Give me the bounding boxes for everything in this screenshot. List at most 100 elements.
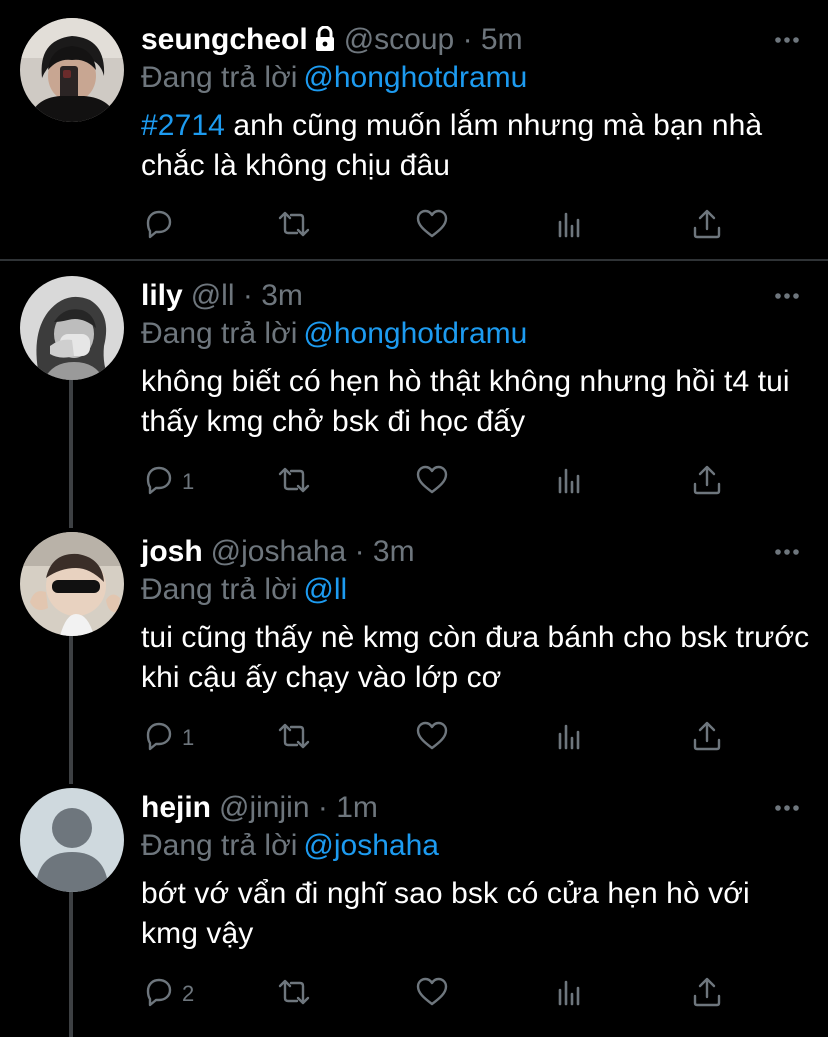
tweet-header: josh @joshaha · 3m xyxy=(141,532,415,572)
tweet-actions xyxy=(140,206,740,246)
user-handle[interactable]: @scoup xyxy=(344,23,455,56)
tweet-header: lily @ll · 3m xyxy=(141,276,303,316)
share-button[interactable] xyxy=(690,462,724,502)
analytics-button[interactable] xyxy=(554,462,586,502)
avatar-hejin[interactable] xyxy=(20,788,124,892)
reply-count: 1 xyxy=(182,725,195,750)
analytics-icon xyxy=(554,974,586,1015)
mention-link[interactable]: @ll xyxy=(303,573,347,606)
analytics-icon xyxy=(554,462,586,503)
mention-link[interactable]: @joshaha xyxy=(303,829,439,862)
replying-label: Đang trả lời xyxy=(141,317,298,350)
tweet-seungcheol[interactable]: seungcheol @scoup · 5m Đang trả lời @hongh… xyxy=(0,0,828,262)
retweet-icon xyxy=(274,462,314,503)
separator-dot: · xyxy=(242,279,253,312)
retweet-button[interactable] xyxy=(274,974,314,1014)
heart-icon xyxy=(414,206,450,247)
more-icon[interactable] xyxy=(774,798,800,818)
reply-button[interactable]: 1 xyxy=(140,718,194,758)
separator-dot: · xyxy=(317,791,328,824)
replying-label: Đang trả lời xyxy=(141,61,298,94)
analytics-button[interactable] xyxy=(554,974,586,1014)
tweet-time[interactable]: 3m xyxy=(373,535,415,568)
analytics-button[interactable] xyxy=(554,718,586,758)
more-icon[interactable] xyxy=(774,286,800,306)
display-name[interactable]: josh xyxy=(141,535,203,568)
mention-link[interactable]: @honghotdramu xyxy=(303,61,527,94)
tweet-actions: 1 xyxy=(140,718,740,758)
reply-icon xyxy=(140,718,176,759)
like-button[interactable] xyxy=(414,206,450,246)
replying-label: Đang trả lời xyxy=(141,829,298,862)
retweet-button[interactable] xyxy=(274,718,314,758)
more-icon[interactable] xyxy=(774,30,800,50)
tweet-header: hejin @jinjin · 1m xyxy=(141,788,378,828)
tweet-time[interactable]: 1m xyxy=(336,791,378,824)
share-icon xyxy=(690,718,724,759)
reply-button[interactable] xyxy=(140,206,182,246)
user-handle[interactable]: @ll xyxy=(191,279,235,312)
replying-to: Đang trả lời @honghotdramu xyxy=(141,314,527,354)
reply-icon xyxy=(140,462,176,503)
share-button[interactable] xyxy=(690,974,724,1014)
display-name[interactable]: hejin xyxy=(141,791,211,824)
tweet-lily[interactable]: lily @ll · 3m Đang trả lời @honghotdramu k… xyxy=(0,256,828,528)
user-handle[interactable]: @jinjin xyxy=(219,791,309,824)
separator-dot: · xyxy=(354,535,365,568)
like-button[interactable] xyxy=(414,462,450,502)
replying-to: Đang trả lời @ll xyxy=(141,570,347,610)
mention-link[interactable]: @honghotdramu xyxy=(303,317,527,350)
thread-line xyxy=(69,356,73,528)
lock-icon xyxy=(314,23,336,63)
heart-icon xyxy=(414,462,450,503)
reply-icon xyxy=(140,974,176,1015)
tweet-hejin[interactable]: hejin @jinjin · 1m Đang trả lời @joshaha b… xyxy=(0,768,828,1037)
retweet-icon xyxy=(274,206,314,247)
replying-to: Đang trả lời @joshaha xyxy=(141,826,439,866)
reply-count: 2 xyxy=(182,981,195,1006)
heart-icon xyxy=(414,718,450,759)
tweet-actions: 1 xyxy=(140,462,740,502)
retweet-button[interactable] xyxy=(274,462,314,502)
user-handle[interactable]: @joshaha xyxy=(211,535,347,568)
reply-button[interactable]: 2 xyxy=(140,974,194,1014)
tweet-time[interactable]: 3m xyxy=(261,279,303,312)
tweet-actions: 2 xyxy=(140,974,740,1014)
replying-label: Đang trả lời xyxy=(141,573,298,606)
retweet-button[interactable] xyxy=(274,206,314,246)
tweet-text: không biết có hẹn hò thật không nhưng hồ… xyxy=(141,365,790,438)
display-name[interactable]: lily xyxy=(141,279,183,312)
like-button[interactable] xyxy=(414,718,450,758)
avatar-seungcheol[interactable] xyxy=(20,18,124,122)
replying-to: Đang trả lời @honghotdramu xyxy=(141,58,527,98)
analytics-button[interactable] xyxy=(554,206,586,246)
more-icon[interactable] xyxy=(774,542,800,562)
tweet-time[interactable]: 5m xyxy=(481,23,523,56)
hashtag-link[interactable]: #2714 xyxy=(141,109,225,142)
tweet-josh[interactable]: josh @joshaha · 3m Đang trả lời @ll tui cũ… xyxy=(0,512,828,784)
tweet-text: bớt vớ vẩn đi nghĩ sao bsk có cửa hẹn hò… xyxy=(141,877,750,950)
tweet-text: tui cũng thấy nè kmg còn đưa bánh cho bs… xyxy=(141,621,810,694)
display-name[interactable]: seungcheol xyxy=(141,23,308,56)
tweet-text-content: anh cũng muốn lắm nhưng mà bạn nhà chắc … xyxy=(141,109,763,182)
avatar-lily[interactable] xyxy=(20,276,124,380)
like-button[interactable] xyxy=(414,974,450,1014)
reply-count: 1 xyxy=(182,469,195,494)
reply-icon xyxy=(140,206,176,247)
analytics-icon xyxy=(554,718,586,759)
heart-icon xyxy=(414,974,450,1015)
reply-button[interactable]: 1 xyxy=(140,462,194,502)
separator-dot: · xyxy=(462,23,473,56)
tweet-header: seungcheol @scoup · 5m xyxy=(141,20,523,63)
share-icon xyxy=(690,462,724,503)
share-button[interactable] xyxy=(690,718,724,758)
share-icon xyxy=(690,206,724,247)
thread-line xyxy=(69,612,73,784)
tweet-text: #2714 anh cũng muốn lắm nhưng mà bạn nhà… xyxy=(141,106,811,186)
avatar-josh[interactable] xyxy=(20,532,124,636)
thread-line xyxy=(69,868,73,1037)
retweet-icon xyxy=(274,974,314,1015)
share-button[interactable] xyxy=(690,206,724,246)
analytics-icon xyxy=(554,206,586,247)
share-icon xyxy=(690,974,724,1015)
